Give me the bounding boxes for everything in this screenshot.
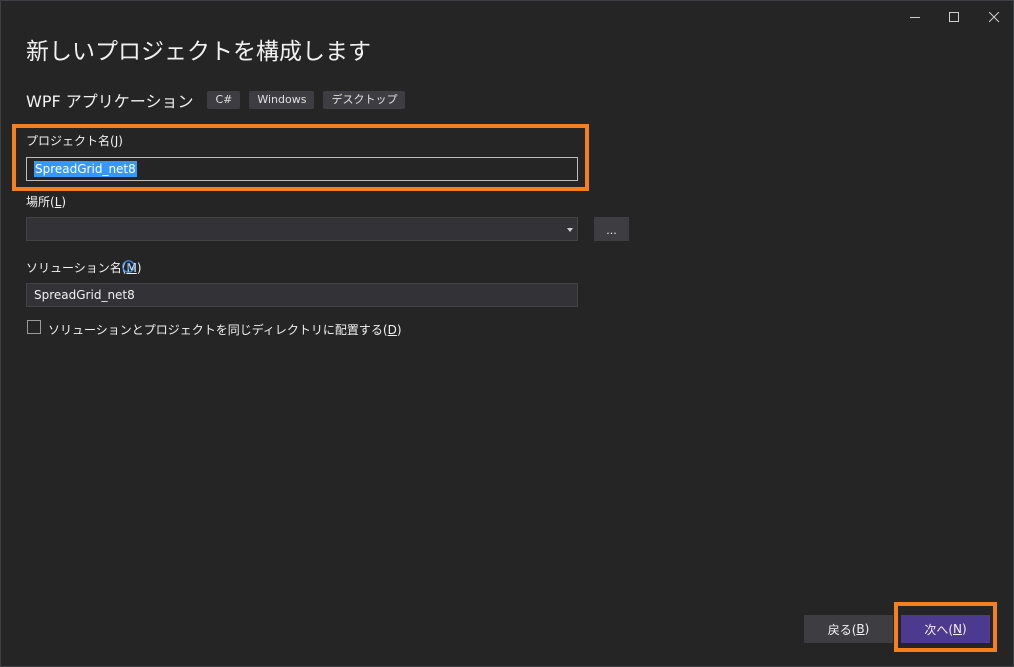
info-icon[interactable] (122, 260, 135, 273)
tag-language: C# (207, 91, 241, 109)
project-name-label: プロジェクト名(J) (26, 134, 123, 148)
tag-project-type: デスクトップ (323, 91, 406, 109)
close-button[interactable] (976, 4, 1012, 30)
project-name-input[interactable]: SpreadGrid_net8 (26, 157, 578, 181)
minimize-button[interactable] (897, 4, 933, 30)
dialog-window: 新しいプロジェクトを構成します WPF アプリケーション C# Windows … (0, 0, 1014, 667)
solution-name-input[interactable]: SpreadGrid_net8 (26, 283, 578, 307)
template-header: WPF アプリケーション C# Windows デスクトップ (26, 89, 414, 111)
same-directory-checkbox[interactable] (27, 320, 41, 334)
tag-platform: Windows (249, 91, 315, 109)
location-combobox[interactable] (26, 217, 578, 241)
close-icon (988, 11, 999, 22)
back-button[interactable]: 戻る(B) (804, 615, 893, 643)
location-label: 場所(L) (26, 195, 67, 209)
minimize-icon (909, 16, 920, 18)
chevron-down-icon[interactable] (567, 228, 573, 232)
solution-name-value: SpreadGrid_net8 (34, 288, 135, 302)
same-directory-label[interactable]: ソリューションとプロジェクトを同じディレクトリに配置する(D) (48, 321, 402, 338)
page-title: 新しいプロジェクトを構成します (26, 39, 371, 65)
template-name: WPF アプリケーション (26, 92, 194, 111)
next-button[interactable]: 次へ(N) (901, 615, 990, 643)
maximize-icon (948, 11, 959, 22)
project-name-value: SpreadGrid_net8 (34, 161, 137, 177)
browse-button[interactable]: ... (594, 217, 629, 241)
maximize-button[interactable] (936, 4, 972, 30)
